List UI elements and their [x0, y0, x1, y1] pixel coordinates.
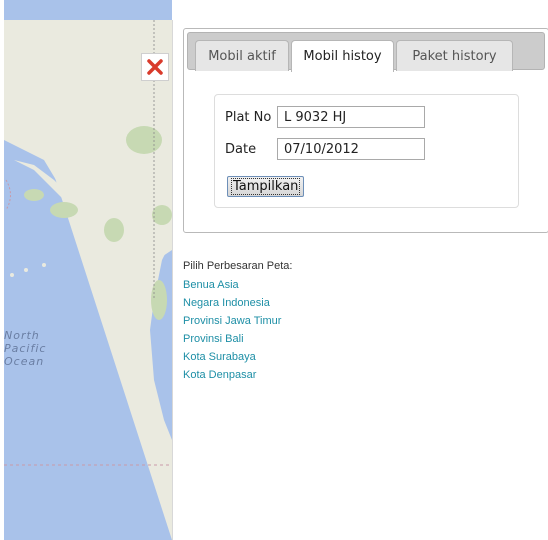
- date-row: Date: [225, 138, 425, 160]
- zoom-link-kota-denpasar[interactable]: Kota Denpasar: [183, 369, 292, 381]
- ocean-label-line-3: Ocean: [4, 355, 45, 368]
- tab-mobil-history[interactable]: Mobil histoy: [291, 40, 394, 72]
- tab-label: Paket history: [412, 48, 497, 64]
- tab-mobil-aktif[interactable]: Mobil aktif: [195, 40, 289, 71]
- zoom-link-negara-indonesia[interactable]: Negara Indonesia: [183, 297, 292, 309]
- map-canvas[interactable]: [4, 0, 172, 540]
- close-button[interactable]: [141, 53, 169, 81]
- zoom-link-benua-asia[interactable]: Benua Asia: [183, 279, 292, 291]
- history-form: Plat No Date Tampilkan: [214, 94, 519, 208]
- close-x-icon: [147, 59, 163, 75]
- map-view[interactable]: North Pacific Ocean: [0, 0, 176, 540]
- tab-label: Mobil histoy: [303, 49, 382, 64]
- plat-label: Plat No: [225, 109, 272, 125]
- zoom-link-provinsi-bali[interactable]: Provinsi Bali: [183, 333, 292, 345]
- side-panel: Mobil aktif Mobil histoy Paket history P…: [172, 20, 548, 540]
- plat-row: Plat No: [225, 106, 425, 128]
- ocean-label-line-1: North: [4, 329, 40, 342]
- tab-label: Mobil aktif: [208, 48, 276, 64]
- tampilkan-button[interactable]: Tampilkan: [227, 176, 305, 197]
- zoom-section: Pilih Perbesaran Peta: Benua Asia Negara…: [183, 260, 292, 387]
- zoom-title: Pilih Perbesaran Peta:: [183, 260, 293, 272]
- tampilkan-label: Tampilkan: [231, 178, 301, 195]
- plat-input[interactable]: [277, 106, 425, 128]
- zoom-link-provinsi-jawa-timur[interactable]: Provinsi Jawa Timur: [183, 315, 292, 327]
- tab-bar: Mobil aktif Mobil histoy Paket history: [187, 32, 545, 72]
- date-input[interactable]: [277, 138, 425, 160]
- tab-container: Mobil aktif Mobil histoy Paket history P…: [183, 28, 548, 233]
- date-label: Date: [225, 141, 257, 157]
- tab-paket-history[interactable]: Paket history: [396, 40, 513, 71]
- ocean-label-line-2: Pacific: [4, 342, 47, 355]
- zoom-link-kota-surabaya[interactable]: Kota Surabaya: [183, 351, 292, 363]
